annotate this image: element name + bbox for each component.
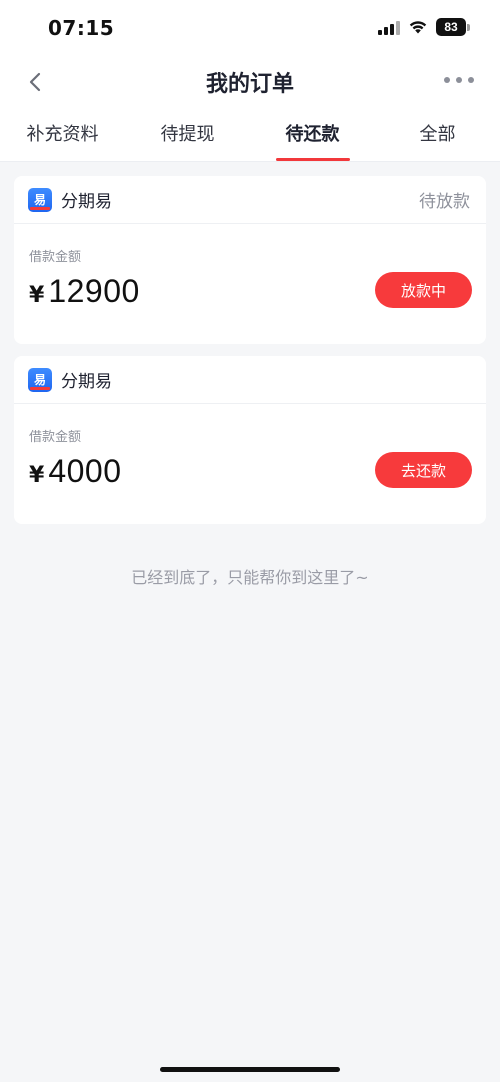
order-card-body: 借款金额 ¥ 12900 放款中 xyxy=(14,224,486,342)
signal-icon xyxy=(378,19,400,35)
amount-value: 4000 xyxy=(48,453,122,489)
order-card-header: 易 分期易 xyxy=(14,356,486,404)
battery-level: 83 xyxy=(436,18,466,36)
order-list: 易 分期易 待放款 借款金额 ¥ 12900 放款中 易 分期易 借款金额 ¥ … xyxy=(0,162,500,588)
battery-icon: 83 xyxy=(436,18,470,36)
tab-supplement-info[interactable]: 补充资料 xyxy=(0,108,125,161)
page-title: 我的订单 xyxy=(205,72,294,97)
home-indicator[interactable] xyxy=(160,1067,340,1072)
order-card-body: 借款金额 ¥ 4000 去还款 xyxy=(14,404,486,522)
order-card[interactable]: 易 分期易 借款金额 ¥ 4000 去还款 xyxy=(14,356,486,524)
nav-bar: 我的订单 xyxy=(0,56,500,108)
amount-value: 12900 xyxy=(48,273,140,309)
status-icons: 83 xyxy=(378,18,470,36)
amount-label: 借款金额 xyxy=(29,430,82,445)
repay-button[interactable]: 去还款 xyxy=(375,452,472,488)
app-name: 分期易 xyxy=(61,192,112,212)
order-tabs: 补充资料 待提现 待还款 全部 xyxy=(0,108,500,162)
status-bar: 07:15 83 xyxy=(0,0,500,56)
end-of-list-note: 已经到底了，只能帮你到这里了~ xyxy=(131,568,369,587)
app-name: 分期易 xyxy=(61,372,112,392)
tab-all[interactable]: 全部 xyxy=(375,108,500,161)
amount-label: 借款金额 xyxy=(29,250,82,265)
order-card-header: 易 分期易 待放款 xyxy=(14,176,486,224)
tab-pending-repayment[interactable]: 待还款 xyxy=(250,108,375,161)
app-logo-icon: 易 xyxy=(28,187,52,212)
tab-pending-withdrawal[interactable]: 待提现 xyxy=(125,108,250,161)
currency-symbol: ¥ xyxy=(29,283,45,308)
wifi-icon xyxy=(409,21,427,34)
status-time: 07:15 xyxy=(48,16,115,40)
top-bar: 07:15 83 我的订单 补充资料 待提现 待还款 全部 xyxy=(0,0,500,162)
order-status: 待放款 xyxy=(419,192,470,212)
more-dots-icon[interactable] xyxy=(440,73,478,87)
app-logo-icon: 易 xyxy=(28,367,52,392)
order-card[interactable]: 易 分期易 待放款 借款金额 ¥ 12900 放款中 xyxy=(14,176,486,344)
disbursing-button[interactable]: 放款中 xyxy=(375,272,472,308)
currency-symbol: ¥ xyxy=(29,463,45,488)
